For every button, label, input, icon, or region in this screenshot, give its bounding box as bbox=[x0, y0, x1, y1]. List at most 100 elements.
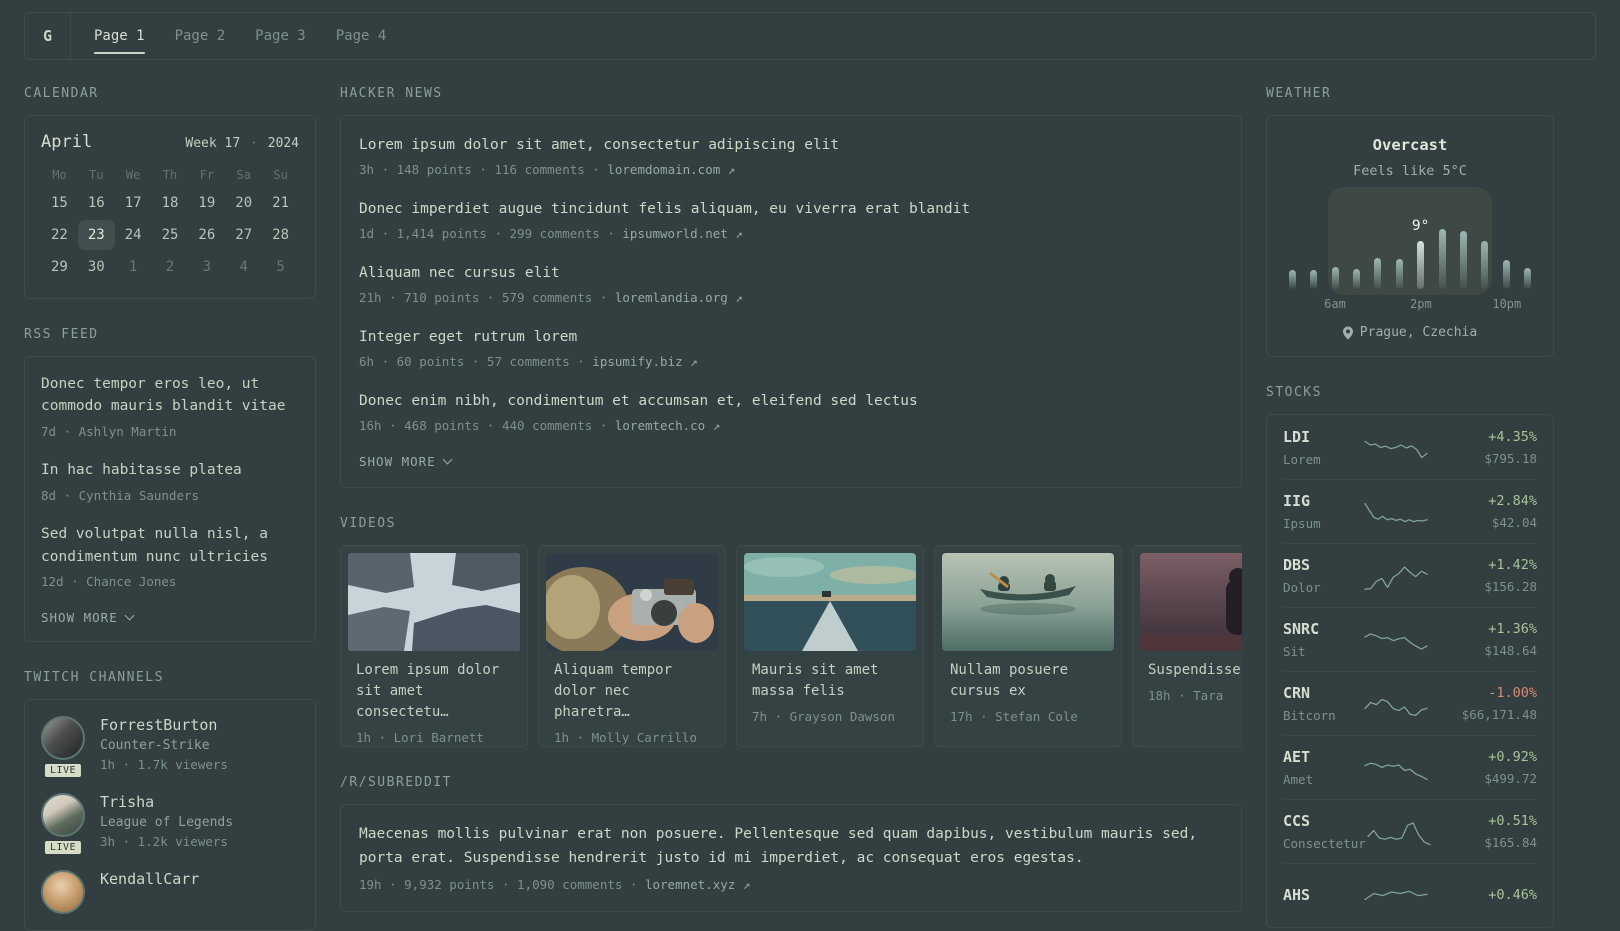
stock-name: Sit bbox=[1283, 644, 1306, 659]
stock-change: +0.51% bbox=[1488, 813, 1537, 829]
hn-item-title[interactable]: Aliquam nec cursus elit bbox=[359, 262, 1223, 284]
weather-location-label: Prague, Czechia bbox=[1359, 325, 1478, 340]
stock-price: $795.18 bbox=[1484, 451, 1537, 466]
stock-sparkline bbox=[1364, 632, 1428, 650]
calendar-grid: 15 16 17 18 19 20 21 22 23 24 25 26 27 2… bbox=[41, 188, 299, 282]
weekday-label: Sa bbox=[236, 168, 251, 182]
hn-item-domain-link[interactable]: ipsumworld.net ↗ bbox=[622, 226, 742, 241]
twitch-channel-category[interactable]: Counter-Strike bbox=[100, 738, 228, 753]
video-card[interactable]: Nullam posuere cursus ex 17h · Stefan Co… bbox=[934, 544, 1122, 747]
stock-change: -1.00% bbox=[1488, 685, 1537, 701]
avatar[interactable] bbox=[41, 869, 85, 914]
video-title[interactable]: Lorem ipsum dolor sit amet consectetu… bbox=[356, 660, 512, 723]
right-column: WEATHER Overcast Feels like 5°C 9° 6am 2… bbox=[1266, 86, 1554, 928]
hn-item-title[interactable]: Integer eget rutrum lorem bbox=[359, 326, 1223, 348]
stock-price: $156.28 bbox=[1484, 579, 1537, 594]
twitch-channel-name[interactable]: KendallCarr bbox=[100, 870, 199, 888]
weather-bar bbox=[1395, 259, 1403, 289]
tab-page-1[interactable]: Page 1 bbox=[79, 13, 160, 59]
twitch-channel-row[interactable]: KendallCarr bbox=[41, 869, 299, 914]
reddit-meta-text: 19h · 9,932 points · 1,090 comments · bbox=[359, 876, 645, 892]
stock-row[interactable]: SNRC Sit +1.36% $148.64 bbox=[1283, 607, 1537, 671]
hn-item: Donec imperdiet augue tincidunt felis al… bbox=[359, 198, 1223, 243]
chevron-down-icon bbox=[442, 454, 453, 465]
avatar[interactable] bbox=[41, 792, 85, 837]
video-title[interactable]: Nullam posuere cursus ex bbox=[950, 660, 1106, 702]
video-thumbnail-towers[interactable] bbox=[348, 552, 520, 651]
video-thumbnail-fog[interactable] bbox=[1140, 552, 1242, 651]
stock-price: $66,171.48 bbox=[1461, 707, 1537, 722]
hn-item-domain-link[interactable]: ipsumify.biz ↗ bbox=[592, 354, 697, 369]
app-logo[interactable]: G bbox=[25, 13, 71, 59]
hn-item-title[interactable]: Lorem ipsum dolor sit amet, consectetur … bbox=[359, 134, 1223, 156]
twitch-channel-category[interactable]: League of Legends bbox=[100, 815, 233, 830]
weather-location[interactable]: Prague, Czechia bbox=[1283, 325, 1537, 340]
stock-sparkline bbox=[1364, 440, 1428, 458]
tab-page-3[interactable]: Page 3 bbox=[240, 13, 321, 59]
hn-item-domain-link[interactable]: loremlandia.org ↗ bbox=[615, 290, 743, 305]
video-card[interactable]: Mauris sit amet massa felis 7h · Grayson… bbox=[736, 544, 924, 747]
middle-column: HACKER NEWS Lorem ipsum dolor sit amet, … bbox=[340, 86, 1242, 913]
stock-sparkline bbox=[1364, 890, 1428, 901]
video-card[interactable]: Suspendisse diam 18h · Tara bbox=[1132, 544, 1242, 747]
stock-row[interactable]: CRN Bitcorn -1.00% $66,171.48 bbox=[1283, 671, 1537, 735]
twitch-channel-name[interactable]: Trisha bbox=[100, 793, 233, 811]
video-title[interactable]: Mauris sit amet massa felis bbox=[752, 660, 908, 702]
video-thumbnail-camera[interactable] bbox=[546, 552, 718, 651]
rss-item-title[interactable]: Sed volutpat nulla nisl, a condimentum n… bbox=[41, 523, 299, 568]
twitch-channel-name[interactable]: ForrestBurton bbox=[100, 716, 228, 734]
twitch-channel-meta: 3h · 1.2k viewers bbox=[100, 833, 228, 849]
top-nav: G Page 1 Page 2 Page 3 Page 4 bbox=[24, 12, 1596, 60]
stock-sparkline bbox=[1364, 502, 1428, 522]
weather-bar bbox=[1310, 270, 1318, 289]
hn-item-title[interactable]: Donec enim nibh, condimentum et accumsan… bbox=[359, 390, 1223, 412]
weather-section-title: WEATHER bbox=[1266, 86, 1332, 101]
hn-item-domain-link[interactable]: loremtech.co ↗ bbox=[615, 418, 720, 433]
video-thumbnail-canoe[interactable] bbox=[942, 552, 1114, 651]
stock-row[interactable]: CCS Consectetur +0.51% $165.84 bbox=[1283, 799, 1537, 863]
hacker-news-section-title: HACKER NEWS bbox=[340, 86, 443, 101]
calendar-day: 20 bbox=[235, 195, 253, 211]
video-card[interactable]: Aliquam tempor dolor nec pharetra… 1h · … bbox=[538, 544, 726, 747]
hn-item-meta: 3h · 148 points · 116 comments · loremdo… bbox=[359, 161, 1223, 179]
stock-change: +0.92% bbox=[1488, 749, 1537, 765]
calendar-day: 29 bbox=[50, 259, 68, 275]
video-title[interactable]: Aliquam tempor dolor nec pharetra… bbox=[554, 660, 710, 723]
reddit-post-title[interactable]: Maecenas mollis pulvinar erat non posuer… bbox=[359, 823, 1223, 871]
stock-name: Dolor bbox=[1283, 580, 1321, 595]
hn-show-more-button[interactable]: SHOW MORE bbox=[359, 454, 1223, 469]
subreddit-section: /R/SUBREDDIT Maecenas mollis pulvinar er… bbox=[340, 775, 1242, 913]
twitch-channel-row[interactable]: LIVE Trisha League of Legends 3h · 1.2k … bbox=[41, 792, 299, 856]
hn-domain: ipsumworld.net bbox=[622, 226, 728, 242]
reddit-domain-link[interactable]: loremnet.xyz ↗ bbox=[645, 877, 750, 892]
stock-row[interactable]: AHS +0.46% bbox=[1283, 863, 1537, 926]
rss-item-title[interactable]: In hac habitasse platea bbox=[41, 459, 299, 481]
stock-row[interactable]: LDI Lorem +4.35% $795.18 bbox=[1283, 416, 1537, 479]
weekday-label: Th bbox=[162, 168, 178, 182]
twitch-channel-row[interactable]: LIVE ForrestBurton Counter-Strike 1h · 1… bbox=[41, 715, 299, 779]
tab-page-4[interactable]: Page 4 bbox=[321, 13, 402, 59]
tab-page-2[interactable]: Page 2 bbox=[160, 13, 241, 59]
calendar-day: 28 bbox=[272, 227, 289, 243]
stock-row[interactable]: AET Amet +0.92% $499.72 bbox=[1283, 735, 1537, 799]
hn-item-title[interactable]: Donec imperdiet augue tincidunt felis al… bbox=[359, 198, 1223, 220]
weather-bar bbox=[1374, 258, 1382, 289]
stock-price: $42.04 bbox=[1491, 515, 1537, 530]
hn-domain: ipsumify.biz bbox=[592, 354, 683, 370]
video-thumbnail-sea[interactable] bbox=[744, 552, 916, 651]
stock-sparkline bbox=[1364, 565, 1428, 590]
rss-show-more-button[interactable]: SHOW MORE bbox=[41, 610, 299, 625]
calendar-day: 19 bbox=[198, 195, 216, 211]
hn-item-domain-link[interactable]: loremdomain.com ↗ bbox=[607, 162, 735, 177]
weather-widget: Overcast Feels like 5°C 9° 6am 2pm 10pm … bbox=[1266, 115, 1554, 357]
avatar[interactable] bbox=[41, 715, 85, 760]
stock-change: +2.84% bbox=[1488, 493, 1537, 509]
video-title[interactable]: Suspendisse diam bbox=[1148, 660, 1242, 681]
stocks-section: STOCKS LDI Lorem +4.35% $795.18 IIG Ipsu… bbox=[1266, 385, 1554, 928]
external-link-icon: ↗ bbox=[735, 290, 743, 306]
stock-row[interactable]: IIG Ipsum +2.84% $42.04 bbox=[1283, 479, 1537, 543]
rss-item-title[interactable]: Donec tempor eros leo, ut commodo mauris… bbox=[41, 373, 299, 418]
hn-meta-text: 3h · 148 points · 116 comments · bbox=[359, 162, 608, 178]
stock-row[interactable]: DBS Dolor +1.42% $156.28 bbox=[1283, 543, 1537, 607]
video-card[interactable]: Lorem ipsum dolor sit amet consectetu… 1… bbox=[340, 544, 528, 747]
